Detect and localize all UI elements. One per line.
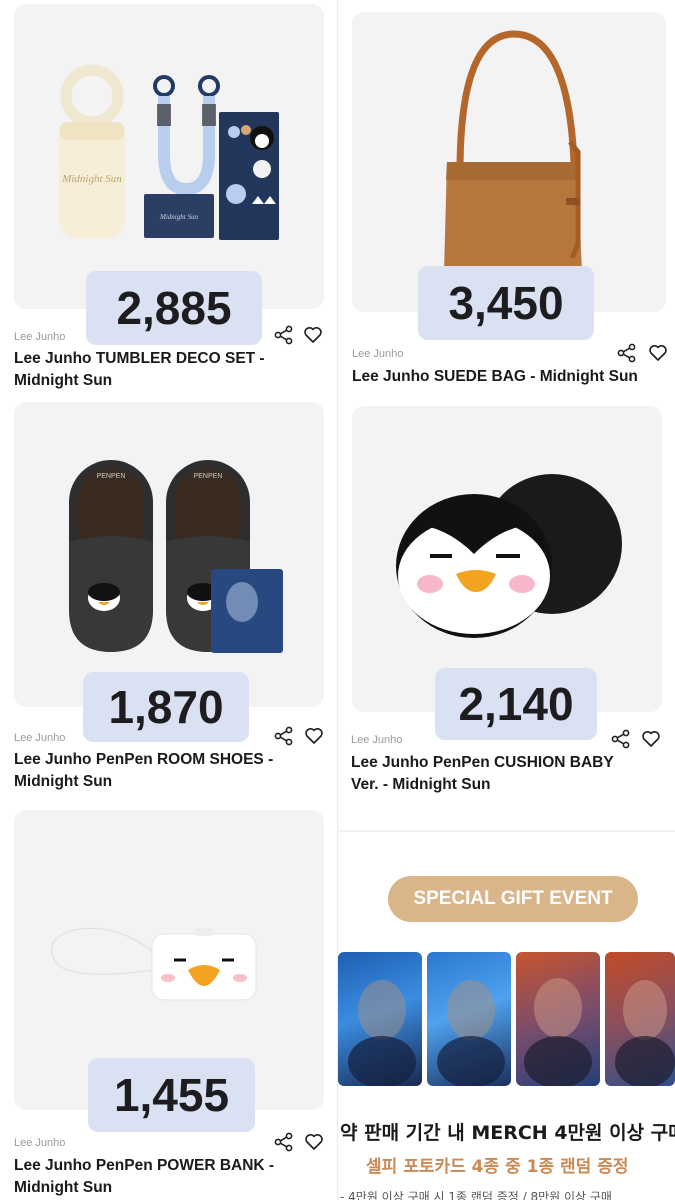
product-brand: Lee Junho (14, 732, 66, 744)
product-title-line2: Midnight Sun (14, 773, 113, 790)
price-label: 2,885 (86, 271, 262, 345)
product-title[interactable]: Lee Junho PenPen ROOM SHOES - Midnight S… (14, 749, 324, 793)
price-label: 3,450 (418, 266, 594, 340)
product-title[interactable]: Lee Junho SUEDE BAG - Midnight Sun (352, 366, 668, 388)
product-title-line1: Lee Junho PenPen POWER BANK - (14, 1157, 275, 1174)
product-title[interactable]: Lee Junho TUMBLER DECO SET - Midnight Su… (14, 348, 324, 392)
price-label: 2,140 (435, 668, 597, 740)
product-image[interactable]: Midnight Sun Midnight Sun (14, 4, 324, 309)
heart-icon[interactable] (648, 343, 668, 363)
svg-text:Midnight Sun: Midnight Sun (159, 213, 198, 221)
product-image[interactable]: PENPEN PENPEN (14, 402, 324, 707)
photocard-3 (516, 952, 600, 1086)
photocard-1 (338, 952, 422, 1086)
room-shoes-illustration: PENPEN PENPEN (69, 460, 283, 653)
product-title-line1: Lee Junho SUEDE BAG - Midnight Sun (352, 368, 638, 385)
product-brand: Lee Junho (352, 348, 404, 360)
price-label: 1,870 (83, 672, 249, 742)
product-title-line1: Lee Junho PenPen ROOM SHOES - (14, 751, 274, 768)
price-label: 1,455 (88, 1058, 255, 1132)
product-title[interactable]: Lee Junho PenPen CUSHION BABY Ver. - Mid… (351, 752, 667, 796)
svg-text:PENPEN: PENPEN (194, 473, 223, 480)
share-icon[interactable] (617, 343, 637, 363)
product-title-line1: Lee Junho TUMBLER DECO SET - (14, 350, 265, 367)
share-icon[interactable] (274, 726, 294, 746)
gift-event-pill[interactable]: SPECIAL GIFT EVENT (388, 876, 638, 922)
svg-text:PENPEN: PENPEN (97, 473, 126, 480)
share-icon[interactable] (274, 1132, 294, 1152)
product-card-suede-bag[interactable]: 3,450 Lee Junho Lee Junho SUEDE BAG - Mi… (338, 0, 675, 400)
product-brand: Lee Junho (14, 1137, 66, 1149)
product-title-line2: Midnight Sun (14, 1179, 113, 1196)
share-icon[interactable] (611, 729, 631, 749)
tumbler-set-illustration: Midnight Sun Midnight Sun (59, 64, 279, 240)
product-brand: Lee Junho (14, 331, 66, 343)
share-icon[interactable] (274, 325, 294, 345)
product-card-cushion[interactable]: 2,140 Lee Junho Lee Junho PenPen CUSHION… (338, 400, 675, 820)
penguin-cushion-illustration (396, 474, 622, 638)
svg-text:Midnight Sun: Midnight Sun (61, 173, 122, 185)
product-card-tumbler[interactable]: Midnight Sun Midnight Sun 2,885 Lee Junh… (0, 0, 337, 400)
gift-event-line2: 셀피 포토카드 4종 중 1종 랜덤 증정 (366, 1157, 629, 1177)
product-brand: Lee Junho (351, 734, 403, 746)
product-title-line2: Midnight Sun (14, 372, 113, 389)
product-title-line1: Lee Junho PenPen CUSHION BABY (351, 754, 614, 771)
product-title-line2: Ver. - Midnight Sun (351, 776, 491, 793)
heart-icon[interactable] (303, 325, 323, 345)
product-image[interactable] (352, 406, 662, 712)
heart-icon[interactable] (304, 1132, 324, 1152)
product-title[interactable]: Lee Junho PenPen POWER BANK - Midnight S… (14, 1155, 324, 1199)
heart-icon[interactable] (304, 726, 324, 746)
product-card-power-bank[interactable]: 1,455 Lee Junho Lee Junho PenPen POWER B… (0, 810, 337, 1200)
heart-icon[interactable] (641, 729, 661, 749)
product-card-room-shoes[interactable]: PENPEN PENPEN 1,870 Lee Junho Lee Junho … (0, 400, 337, 810)
gift-event-line1: 약 판매 기간 내 MERCH 4만원 이상 구매 (340, 1122, 675, 1144)
gift-event-line3: - 4만원 이상 구매 시 1종 랜덤 증정 / 8만원 이상 구매 (340, 1190, 612, 1200)
photocard-2 (427, 952, 511, 1086)
photocard-4 (605, 952, 675, 1086)
